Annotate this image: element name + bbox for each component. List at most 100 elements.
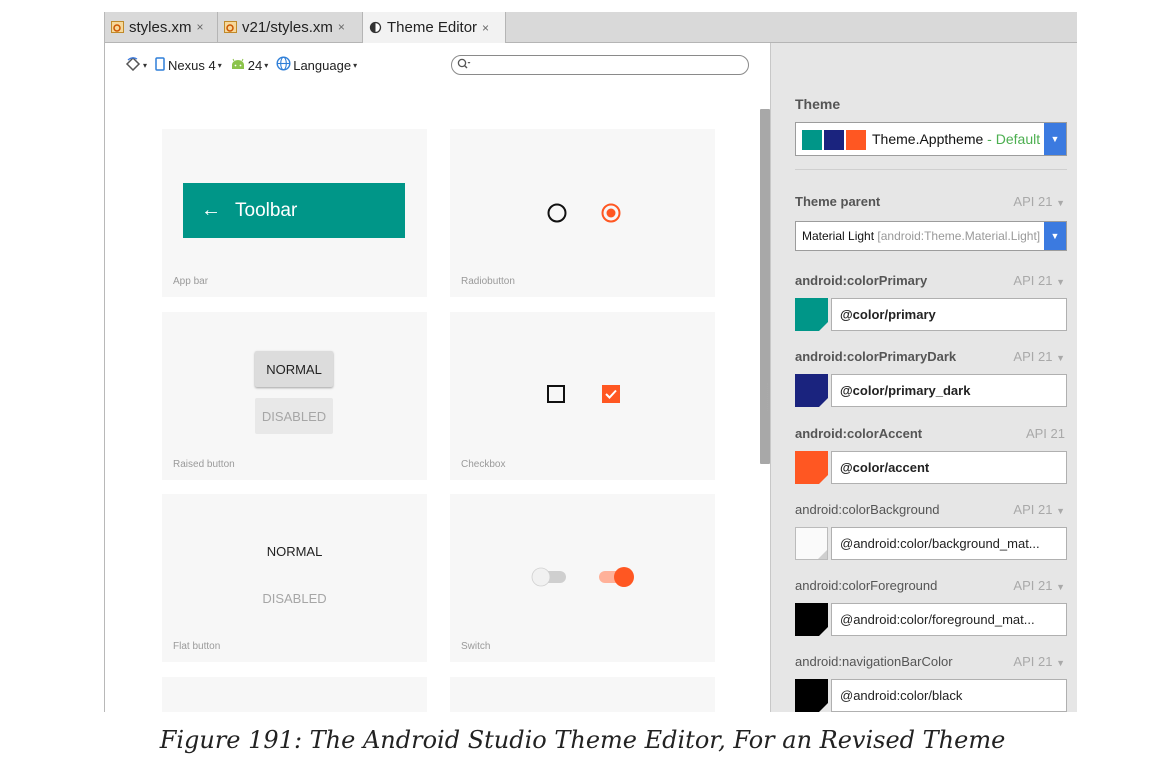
- phone-icon: [155, 56, 165, 74]
- color-swatch-primary-dark[interactable]: [795, 374, 828, 407]
- attr-api: API 21 ▼: [1013, 502, 1065, 517]
- tab-label: styles.xm: [129, 18, 192, 36]
- flat-disabled-button: DISABLED: [262, 591, 327, 606]
- color-swatch-navigation-bar[interactable]: [795, 679, 828, 712]
- flat-normal-button[interactable]: NORMAL: [162, 544, 427, 559]
- radiobutton-preview-card: Radiobutton: [450, 129, 715, 297]
- android-studio-window: styles.xm × v21/styles.xm × Theme Editor…: [104, 12, 1077, 712]
- attr-api: API 21 ▼: [1013, 273, 1065, 288]
- tab-v21-styles-xml[interactable]: v21/styles.xm ×: [218, 12, 363, 42]
- theme-selector[interactable]: Theme.Apptheme - Default ▼: [795, 122, 1067, 156]
- attr-name: android:colorAccent: [795, 426, 923, 441]
- checkbox-unchecked[interactable]: [546, 384, 568, 406]
- xml-file-icon: [224, 20, 238, 34]
- chevron-down-icon[interactable]: ▼: [1056, 353, 1065, 363]
- search-icon: [457, 58, 471, 73]
- chevron-down-icon: ▾: [217, 60, 222, 70]
- card-label: App bar: [173, 276, 209, 287]
- attr-value-field[interactable]: @android:color/background_mat...: [831, 527, 1067, 560]
- api-badge: API 21: [1013, 349, 1053, 364]
- api-level-dropdown[interactable]: 24 ▾: [230, 58, 268, 73]
- attr-api: API 21 ▼: [1013, 654, 1065, 669]
- card-label: Switch: [461, 641, 491, 652]
- close-icon[interactable]: ×: [338, 20, 345, 34]
- chevron-down-icon: ▾: [353, 60, 358, 70]
- attr-value-field[interactable]: @color/accent: [831, 451, 1067, 484]
- device-label: Nexus 4: [168, 57, 216, 73]
- attr-value-field[interactable]: @android:color/foreground_mat...: [831, 603, 1067, 636]
- chevron-down-icon[interactable]: ▼: [1056, 277, 1065, 287]
- chevron-down-icon: ▾: [143, 60, 148, 70]
- radio-unchecked[interactable]: [543, 201, 571, 225]
- attr-api: API 21 ▼: [1013, 578, 1065, 593]
- theme-icon: [369, 21, 383, 34]
- panel-divider: [795, 169, 1067, 170]
- xml-file-icon: [111, 20, 125, 34]
- api-badge: API 21: [1013, 273, 1053, 288]
- raised-normal-button[interactable]: NORMAL: [255, 351, 333, 387]
- api-badge: API 21: [1013, 502, 1053, 517]
- color-swatch-primary[interactable]: [795, 298, 828, 331]
- attr-value-field[interactable]: @android:color/black: [831, 679, 1067, 712]
- theme-separator: -: [983, 131, 996, 147]
- device-dropdown[interactable]: Nexus 4 ▾: [155, 56, 222, 74]
- close-icon[interactable]: ×: [482, 21, 489, 35]
- color-swatch-foreground[interactable]: [795, 603, 828, 636]
- color-swatch-background[interactable]: [795, 527, 828, 560]
- chevron-down-icon[interactable]: ▼: [1056, 506, 1065, 516]
- checkbox-checked[interactable]: [601, 384, 623, 406]
- language-label: Language: [293, 57, 352, 73]
- editor-tab-bar: styles.xm × v21/styles.xm × Theme Editor…: [105, 12, 1077, 43]
- radio-checked[interactable]: [597, 201, 625, 225]
- preview-card-partial: [162, 677, 427, 712]
- language-dropdown[interactable]: Language ▾: [276, 56, 357, 74]
- theme-primary-dark-swatch: [824, 130, 844, 150]
- theme-attributes-panel: Theme Theme.Apptheme - Default ▼ Theme p…: [770, 43, 1077, 712]
- attr-name: android:colorBackground: [795, 502, 940, 517]
- tab-label: Theme Editor: [387, 19, 478, 36]
- figure-caption: Figure 191: The Android Studio Theme Edi…: [159, 726, 1006, 754]
- tab-theme-editor[interactable]: Theme Editor ×: [363, 12, 506, 43]
- theme-selector-text: Theme.Apptheme - Default: [872, 131, 1042, 147]
- rotate-icon: [125, 56, 141, 74]
- switch-off[interactable]: [530, 564, 572, 588]
- attr-name: android:colorForeground: [795, 578, 938, 593]
- theme-parent-text: Material Light [android:Theme.Material.L…: [802, 229, 1042, 243]
- api-badge: API 21: [1013, 194, 1053, 209]
- search-input[interactable]: [451, 55, 749, 75]
- globe-icon: [276, 56, 291, 74]
- checkbox-preview-card: Checkbox: [450, 312, 715, 480]
- attr-name: android:colorPrimary: [795, 273, 928, 288]
- theme-parent-selector[interactable]: Material Light [android:Theme.Material.L…: [795, 221, 1067, 251]
- chevron-down-icon[interactable]: ▼: [1056, 658, 1065, 668]
- switch-on[interactable]: [595, 564, 637, 588]
- toolbar-title: Toolbar: [235, 199, 298, 221]
- theme-name: Theme.Apptheme: [872, 131, 984, 147]
- chevron-down-icon[interactable]: ▼: [1044, 222, 1066, 250]
- card-label: Checkbox: [461, 459, 506, 470]
- attr-name: android:colorPrimaryDark: [795, 349, 957, 364]
- attr-value-field[interactable]: @color/primary: [831, 298, 1067, 331]
- preview-toolbar: ▾ Nexus 4 ▾ 24 ▾ Language ▾: [125, 53, 365, 77]
- chevron-down-icon[interactable]: ▼: [1056, 198, 1065, 208]
- theme-parent-value: Material Light: [802, 229, 875, 243]
- theme-default-tag: Default: [995, 131, 1041, 147]
- card-label: Raised button: [173, 459, 235, 470]
- api-level-label: 24: [247, 57, 263, 73]
- tab-styles-xml[interactable]: styles.xm ×: [105, 12, 218, 42]
- chevron-down-icon[interactable]: ▼: [1056, 582, 1065, 592]
- chevron-down-icon: ▾: [264, 60, 269, 70]
- flat-button-preview-card: NORMAL DISABLED Flat button: [162, 494, 427, 662]
- theme-parent-label: Theme parent: [795, 194, 881, 209]
- color-swatch-accent[interactable]: [795, 451, 828, 484]
- attr-value-field[interactable]: @color/primary_dark: [831, 374, 1067, 407]
- close-icon[interactable]: ×: [197, 20, 204, 34]
- raised-disabled-button: DISABLED: [255, 398, 333, 434]
- attr-api: API 21 ▼: [1013, 349, 1065, 364]
- orientation-dropdown[interactable]: ▾: [125, 56, 148, 74]
- theme-heading: Theme: [795, 96, 841, 112]
- api-badge: API 21: [1013, 654, 1053, 669]
- app-bar-preview-card: ← Toolbar App bar: [162, 129, 427, 297]
- chevron-down-icon[interactable]: ▼: [1044, 123, 1066, 155]
- theme-parent-hint: [android:Theme.Material.Light]: [877, 229, 1041, 243]
